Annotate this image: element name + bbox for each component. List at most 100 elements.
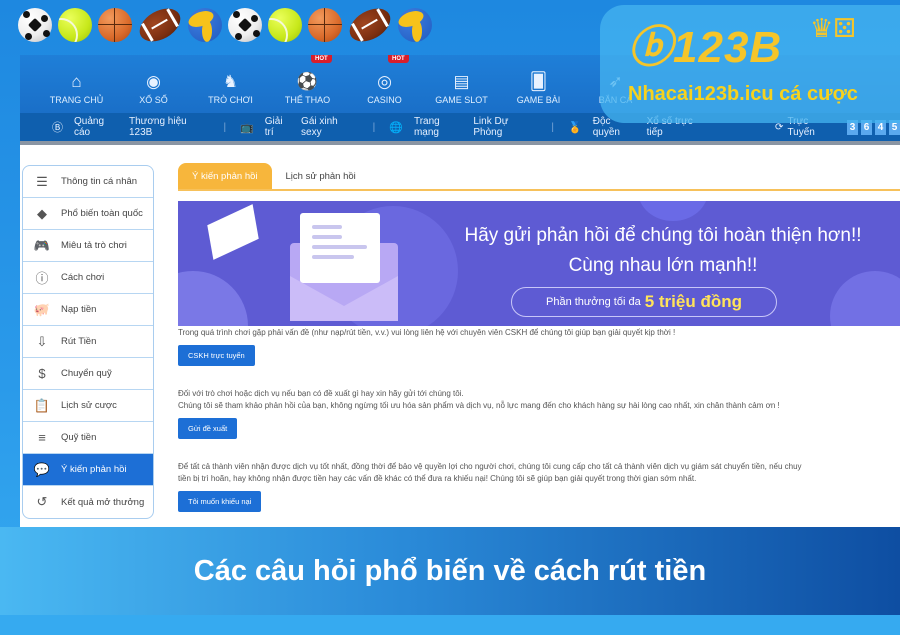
support-text: Trong quá trình chơi gặp phải vấn đề (nh… [178, 328, 676, 337]
logo-wordmark: ⓑ123B [628, 23, 783, 72]
sidebar-item-label: Kết quả mở thưởng [61, 496, 145, 508]
complaint-block: Để tất cả thành viên nhận được dịch vụ t… [178, 461, 900, 485]
nav-item-tro-choi[interactable]: ♞ TRÒ CHƠI [192, 55, 269, 113]
brand-icon: Ⓑ [52, 122, 63, 134]
paper-icon [207, 204, 259, 260]
suggestion-text-2: Chúng tôi sẽ tham khảo phản hồi của bạn,… [178, 401, 780, 410]
feedback-banner: Hãy gửi phản hồi để chúng tôi hoàn thiện… [178, 201, 900, 326]
gamepad-icon: 🎮 [33, 237, 51, 253]
withdraw-icon: ⇩ [36, 333, 48, 349]
hot-badge: HOT [311, 55, 332, 63]
reward-value: 5 triệu đồng [644, 292, 742, 311]
volleyball-icon [398, 8, 432, 42]
sidebar-item-label: Thông tin cá nhân [61, 176, 138, 187]
sports-balls-row [18, 1, 432, 49]
soccer-icon: ⚽ [296, 72, 319, 91]
feedback-content: Trong quá trình chơi gặp phải vấn đề (nh… [178, 328, 900, 512]
sidebar-item-results[interactable]: ↺ Kết quả mở thưởng [23, 486, 153, 518]
chat-bubble-icon: 💬 [33, 461, 51, 477]
decor-circle [178, 271, 248, 326]
nav-item-game-bai[interactable]: 🂠 GAME BÀI [500, 55, 577, 113]
nav-label: TRANG CHỦ [49, 95, 104, 105]
coins-icon: ≡ [38, 430, 46, 445]
tab-bar: Ý kiến phản hồi Lịch sử phản hồi [178, 163, 900, 191]
logo-site: Nhacai123b.icu cá cược [628, 83, 858, 105]
sidebar-item-label: Quỹ tiền [61, 432, 97, 443]
divider: | [223, 121, 227, 133]
divider [20, 141, 900, 145]
subnav-link-brand[interactable]: Thương hiệu 123B [129, 116, 210, 138]
sidebar-item-withdraw[interactable]: ⇩ Rút Tiền [23, 326, 153, 358]
user-card-icon: ☰ [36, 173, 48, 189]
brand-logo: ⓑ123B ♛⚄ Nhacai123b.icu cá cược [600, 5, 900, 123]
send-suggestion-button[interactable]: Gửi đề xuất [178, 418, 238, 439]
dice-crown-icon: ♛⚄ [810, 13, 856, 43]
online-support-button[interactable]: CSKH trực tuyến [178, 345, 255, 366]
subnav-label: Quảng cáo [74, 116, 105, 138]
nav-item-trang-chu[interactable]: ⌂ TRANG CHỦ [38, 55, 115, 113]
complaint-text-1: Để tất cả thành viên nhận được dịch vụ t… [178, 462, 802, 471]
basketball-icon [308, 8, 342, 42]
file-complaint-button[interactable]: Tôi muốn khiếu nại [178, 491, 262, 512]
soccer-ball-icon [228, 8, 262, 42]
caption-banner: Các câu hỏi phổ biến về cách rút tiền [0, 527, 900, 615]
nav-label: XỔ SỐ [139, 95, 168, 105]
nav-item-the-thao[interactable]: HOT ⚽ THỂ THAO [269, 55, 346, 113]
sidebar-item-profile[interactable]: ☰ Thông tin cá nhân [23, 166, 153, 198]
subnav-link-entertainment[interactable]: Gái xinh sexy [301, 116, 359, 138]
nav-item-casino[interactable]: HOT ◎ CASINO [346, 55, 423, 113]
sidebar-item-deposit[interactable]: 🐖 Nạp tiền [23, 294, 153, 326]
nav-item-game-slot[interactable]: ▤ GAME SLOT [423, 55, 500, 113]
nav-label: CASINO [367, 95, 402, 105]
sidebar-item-label: Rút Tiền [61, 336, 97, 347]
piggy-bank-icon: 🐖 [33, 301, 51, 317]
subnav-label: Trang mạng [413, 116, 440, 138]
banner-line-1: Hãy gửi phản hồi để chúng tôi hoàn thiện… [464, 225, 862, 246]
suggestion-block: Đối với trò chơi hoặc dịch vụ nếu bạn có… [178, 388, 900, 412]
sidebar-item-label: Chuyển quỹ [61, 368, 112, 379]
sidebar-item-label: Phổ biến toàn quốc [61, 208, 143, 219]
nav-item-xo-so[interactable]: ◉ XỔ SỐ [115, 55, 192, 113]
caption-footer-strip [0, 615, 900, 635]
soccer-ball-icon [18, 8, 52, 42]
hot-badge: HOT [388, 55, 409, 63]
basketball-icon [98, 8, 132, 42]
american-football-icon [343, 1, 397, 49]
caption-title: Các câu hỏi phổ biến về cách rút tiền [193, 554, 707, 587]
sidebar-item-popular[interactable]: ◆ Phổ biến toàn quốc [23, 198, 153, 230]
suggestion-text-1: Đối với trò chơi hoặc dịch vụ nếu bạn có… [178, 389, 464, 398]
letter-icon [300, 213, 380, 283]
complaint-text-2: tiền bị trì hoãn, hay không nhận được ti… [178, 474, 697, 483]
feedback-panel: Ý kiến phản hồi Lịch sử phản hồi Hãy gửi… [178, 163, 900, 512]
website-screenshot: ⌂ TRANG CHỦ ◉ XỔ SỐ ♞ TRÒ CHƠI HOT ⚽ THỂ THAO… [20, 55, 900, 527]
history-icon: ↺ [36, 494, 48, 509]
sidebar-item-transfer[interactable]: $ Chuyển quỹ [23, 358, 153, 390]
decor-circle [638, 201, 708, 221]
nav-label: GAME BÀI [516, 95, 561, 105]
tennis-ball-icon [268, 8, 302, 42]
sidebar-item-feedback[interactable]: 💬 Ý kiến phản hồi [23, 454, 153, 486]
tab-feedback-history[interactable]: Lịch sử phản hồi [272, 163, 370, 189]
dollar-circle-icon: $ [38, 366, 46, 381]
sidebar-item-how-to-play[interactable]: ⓘ Cách chơi [23, 262, 153, 294]
subnav-link-backup[interactable]: Link Dự Phòng [473, 116, 537, 138]
reward-prefix: Phần thưởng tối đa [546, 296, 641, 308]
clipboard-icon: 📋 [33, 397, 51, 413]
sidebar-item-game-description[interactable]: 🎮 Miêu tả trò chơi [23, 230, 153, 262]
home-icon: ⌂ [71, 72, 82, 91]
nav-label: GAME SLOT [435, 95, 488, 105]
sidebar-item-bet-history[interactable]: 📋 Lịch sử cược [23, 390, 153, 422]
roulette-icon: ◎ [377, 72, 392, 91]
sidebar-item-funds[interactable]: ≡ Quỹ tiền [23, 422, 153, 454]
cards-icon: 🂠 [529, 72, 548, 91]
lottery-ball-icon: ◉ [146, 72, 161, 91]
subnav-label: Giải trí [264, 116, 283, 138]
tennis-ball-icon [58, 8, 92, 42]
banner-headline: Hãy gửi phản hồi để chúng tôi hoàn thiện… [428, 221, 898, 281]
globe-icon: 🌐 [389, 121, 403, 134]
tab-feedback[interactable]: Ý kiến phản hồi [178, 163, 272, 189]
envelope-front [290, 276, 398, 321]
nav-label: THỂ THAO [284, 95, 331, 105]
account-sidebar: ☰ Thông tin cá nhân ◆ Phổ biến toàn quốc 🎮… [22, 165, 154, 519]
logo-brand: 123B [673, 23, 783, 72]
